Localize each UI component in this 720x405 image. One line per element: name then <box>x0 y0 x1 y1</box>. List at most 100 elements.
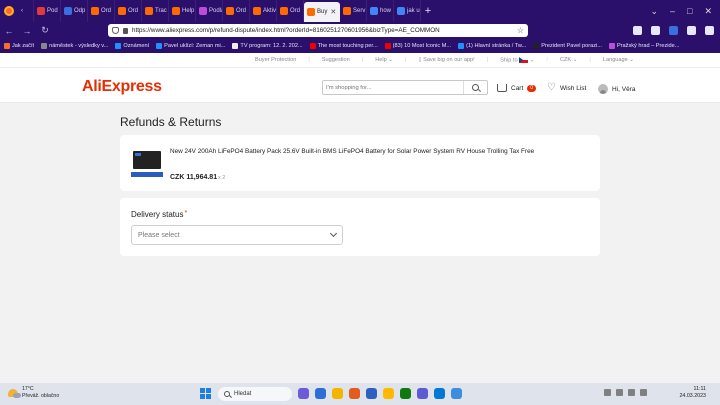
bookmark-favicon-icon <box>384 43 391 49</box>
bookmark-item[interactable]: Jak začít <box>4 43 34 49</box>
taskbar-app-icon[interactable] <box>366 388 377 399</box>
heart-icon: ♡ <box>547 82 556 93</box>
weather-widget[interactable]: 17°C Převáž. oblačno <box>8 386 59 399</box>
bookmark-label: The most touching per... <box>317 43 378 49</box>
clock[interactable]: 11:11 24.03.2023 <box>679 386 706 400</box>
start-button[interactable] <box>200 388 211 399</box>
lock-icon[interactable] <box>123 27 128 34</box>
browser-tab[interactable]: Ord <box>115 0 142 22</box>
taskbar-app-icon[interactable] <box>315 388 326 399</box>
bookmark-item[interactable]: TV program: 12. 2. 202... <box>232 43 303 49</box>
tab-dropdown-icon[interactable]: ⌄ <box>650 6 658 17</box>
delivery-status-label: Delivery status* <box>131 210 187 219</box>
browser-tab[interactable]: Ord <box>277 0 304 22</box>
browser-tab[interactable]: Ord <box>223 0 250 22</box>
bookmark-item[interactable]: náměstek - výsledky v... <box>41 43 108 49</box>
chevron-up-icon[interactable] <box>604 389 611 396</box>
app-link[interactable]: ▯ Save big on our app! <box>418 57 474 63</box>
maximize-button[interactable]: □ <box>687 6 692 17</box>
forward-button[interactable]: → <box>18 26 36 36</box>
taskbar-search[interactable]: Hledat <box>218 387 292 401</box>
wishlist-link[interactable]: ♡ Wish List <box>547 82 586 93</box>
bookmark-label: Prezident Pavel porazi... <box>541 43 602 49</box>
tracking-protection-icon[interactable] <box>112 27 119 34</box>
clock-time: 11:11 <box>693 386 706 392</box>
bookmark-item[interactable]: Pražský hrad – Prezide... <box>608 43 679 49</box>
new-tab-button[interactable]: + <box>421 5 435 17</box>
language-selector[interactable]: Language ⌄ <box>603 57 634 63</box>
taskbar-app-icon[interactable] <box>298 388 309 399</box>
tab-label: Help <box>182 8 195 14</box>
suggestion-link[interactable]: Suggestion <box>322 57 350 63</box>
url-text[interactable]: https://www.aliexpress.com/p/refund-disp… <box>132 27 440 34</box>
browser-tab[interactable]: Buy ✕ <box>304 2 340 22</box>
taskbar-app-icon[interactable] <box>400 388 411 399</box>
delivery-status-select[interactable]: Please select <box>131 225 343 245</box>
aliexpress-logo[interactable]: AliExpress <box>82 78 162 96</box>
app-label: Save big on our app! <box>423 57 475 63</box>
address-bar[interactable]: https://www.aliexpress.com/p/refund-disp… <box>108 24 528 37</box>
download-icon[interactable] <box>651 26 660 35</box>
site-search <box>322 80 488 95</box>
search-button[interactable] <box>463 81 487 94</box>
extension-icon[interactable] <box>669 26 678 35</box>
browser-tab[interactable]: how <box>367 0 394 22</box>
bookmark-item[interactable]: Oznámení <box>115 43 149 49</box>
firefox-menu-icon[interactable] <box>0 0 18 22</box>
taskbar-app-icon[interactable] <box>451 388 462 399</box>
help-menu[interactable]: Help ⌄ <box>375 57 393 63</box>
tab-label: Podlá <box>209 8 223 14</box>
search-icon <box>224 391 230 397</box>
tab-favicon-icon <box>172 7 180 15</box>
browser-tab[interactable]: Odp <box>61 0 88 22</box>
browser-tab[interactable]: Help <box>169 0 196 22</box>
pocket-icon[interactable] <box>633 26 642 35</box>
product-image[interactable] <box>130 146 164 180</box>
close-tab-icon[interactable]: ✕ <box>330 8 336 16</box>
bookmark-label: Jak začít <box>12 43 35 49</box>
reload-button[interactable]: ↻ <box>36 25 54 36</box>
tab-favicon-icon <box>91 7 99 15</box>
bookmark-item[interactable]: Prezident Pavel porazi... <box>533 43 602 49</box>
browser-tab[interactable]: Aktiv <box>250 0 277 22</box>
bookmark-label: (83) 10 Most Iconic M... <box>392 43 452 49</box>
buyer-protection-link[interactable]: Buyer Protection <box>255 57 296 63</box>
product-title[interactable]: New 24V 200Ah LiFePO4 Battery Pack 25.6V… <box>170 148 590 155</box>
close-window-button[interactable]: ✕ <box>704 6 712 17</box>
browser-tab[interactable]: Serv <box>340 0 367 22</box>
taskbar-app-icon[interactable] <box>332 388 343 399</box>
browser-tab[interactable]: Pod <box>34 0 61 22</box>
taskbar-app-icon[interactable] <box>383 388 394 399</box>
divider: | <box>589 57 591 63</box>
back-button[interactable]: ← <box>0 26 18 36</box>
czech-flag-icon <box>519 56 529 63</box>
bookmark-item[interactable]: (1) Hlavní stránka / Tw... <box>458 43 526 49</box>
browser-tab[interactable]: Podlá <box>196 0 223 22</box>
required-mark: * <box>184 210 188 217</box>
tab-list-icon[interactable]: ‹ <box>18 0 34 22</box>
bookmark-label: Pavel uklízí: Zeman mi... <box>164 43 226 49</box>
battery-icon[interactable] <box>640 389 647 396</box>
taskbar-app-icon[interactable] <box>349 388 360 399</box>
account-icon[interactable] <box>687 26 696 35</box>
taskbar-app-icon[interactable] <box>434 388 445 399</box>
bookmark-favicon-icon <box>4 43 10 49</box>
cart-link[interactable]: Cart 0 <box>497 84 537 92</box>
volume-icon[interactable] <box>628 389 635 396</box>
bookmark-item[interactable]: Pavel uklízí: Zeman mi... <box>156 43 225 49</box>
ship-to-selector[interactable]: Ship to ⌄ <box>500 56 534 63</box>
browser-tab[interactable]: jak u <box>394 0 421 22</box>
account-menu[interactable]: Hi, Věra <box>598 84 635 94</box>
menu-icon[interactable] <box>705 26 714 35</box>
bookmark-star-icon[interactable]: ☆ <box>517 26 524 35</box>
minimize-button[interactable]: – <box>670 6 675 17</box>
browser-tab[interactable]: Ord <box>88 0 115 22</box>
taskbar-app-icon[interactable] <box>417 388 428 399</box>
currency-selector[interactable]: CZK ⌄ <box>560 57 577 63</box>
search-input[interactable] <box>323 84 463 91</box>
bookmark-item[interactable]: (83) 10 Most Iconic M... <box>384 43 452 49</box>
bookmark-favicon-icon <box>309 43 316 49</box>
network-icon[interactable] <box>616 389 623 396</box>
bookmark-item[interactable]: The most touching per... <box>309 43 378 49</box>
browser-tab[interactable]: Trac <box>142 0 169 22</box>
